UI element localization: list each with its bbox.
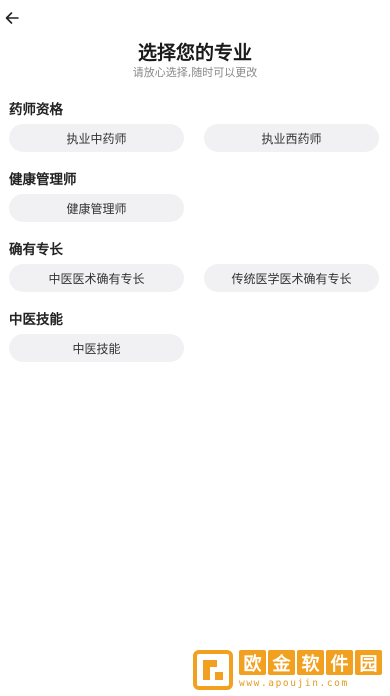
option-chip-traditional-medicine-expertise[interactable]: 传统医学医术确有专长	[204, 264, 379, 292]
option-chip-tcm-expertise[interactable]: 中医医术确有专长	[9, 264, 184, 292]
section-title-tcm-skills: 中医技能	[9, 312, 63, 328]
option-chip-tcm-skills[interactable]: 中医技能	[9, 334, 184, 362]
page-subtitle: 请放心选择,随时可以更改	[132, 66, 258, 79]
watermark-char: 金	[268, 650, 295, 675]
watermark-logo: 欧 金 软 件 园 www.apoujin.com	[193, 650, 383, 690]
watermark-url: www.apoujin.com	[239, 678, 349, 689]
option-chip-licensed-tcm-pharmacist[interactable]: 执业中药师	[9, 124, 184, 152]
watermark-char: 件	[326, 650, 353, 675]
section-title-health-manager: 健康管理师	[9, 172, 77, 188]
watermark-char: 园	[355, 650, 382, 675]
section-title-expertise: 确有专长	[9, 242, 63, 258]
watermark-char: 软	[297, 650, 324, 675]
watermark-name: 欧 金 软 件 园	[239, 650, 384, 677]
page-title: 选择您的专业	[137, 42, 252, 64]
watermark-char: 欧	[239, 650, 266, 675]
section-title-pharmacist: 药师资格	[9, 102, 63, 118]
back-arrow-icon[interactable]	[4, 10, 20, 26]
option-chip-licensed-western-pharmacist[interactable]: 执业西药师	[204, 124, 379, 152]
option-chip-health-manager[interactable]: 健康管理师	[9, 194, 184, 222]
watermark-logo-icon	[193, 650, 233, 690]
